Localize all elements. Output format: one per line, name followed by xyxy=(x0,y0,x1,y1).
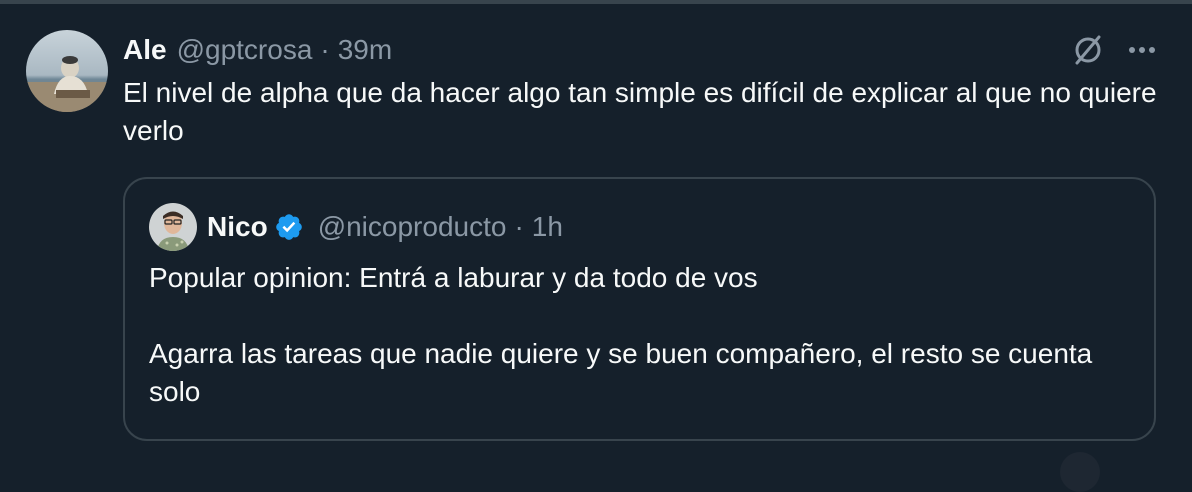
separator-dot: · xyxy=(514,211,524,242)
tweet-text: El nivel de alpha que da hacer algo tan … xyxy=(123,77,1157,146)
more-horizontal-icon[interactable] xyxy=(1122,30,1162,70)
tweet[interactable]: Ale @gptcrosa · 39m El nivel de alpha qu… xyxy=(0,4,1192,492)
tweet-header: Ale @gptcrosa · 39m xyxy=(123,32,392,68)
quoted-author-name[interactable]: Nico xyxy=(207,211,268,243)
quoted-tweet-header: Nico @nicoproducto · 1h xyxy=(207,209,563,245)
author-handle[interactable]: @gptcrosa xyxy=(177,34,313,66)
author-avatar[interactable] xyxy=(26,30,108,112)
quoted-tweet-timestamp[interactable]: 1h xyxy=(532,211,563,243)
quoted-tweet-text: Popular opinion: Entrá a laburar y da to… xyxy=(149,262,1093,407)
grok-icon[interactable] xyxy=(1068,30,1108,70)
separator-dot: · xyxy=(320,34,330,65)
quoted-author-avatar[interactable] xyxy=(149,203,197,251)
quoted-tweet[interactable]: Nico @nicoproducto · 1h Popular opinion:… xyxy=(123,177,1156,441)
quoted-author-handle[interactable]: @nicoproducto xyxy=(318,211,507,243)
floating-button[interactable] xyxy=(1060,452,1100,492)
verified-badge-icon xyxy=(274,212,304,242)
tweet-timestamp[interactable]: 39m xyxy=(338,34,392,66)
author-name[interactable]: Ale xyxy=(123,34,167,66)
